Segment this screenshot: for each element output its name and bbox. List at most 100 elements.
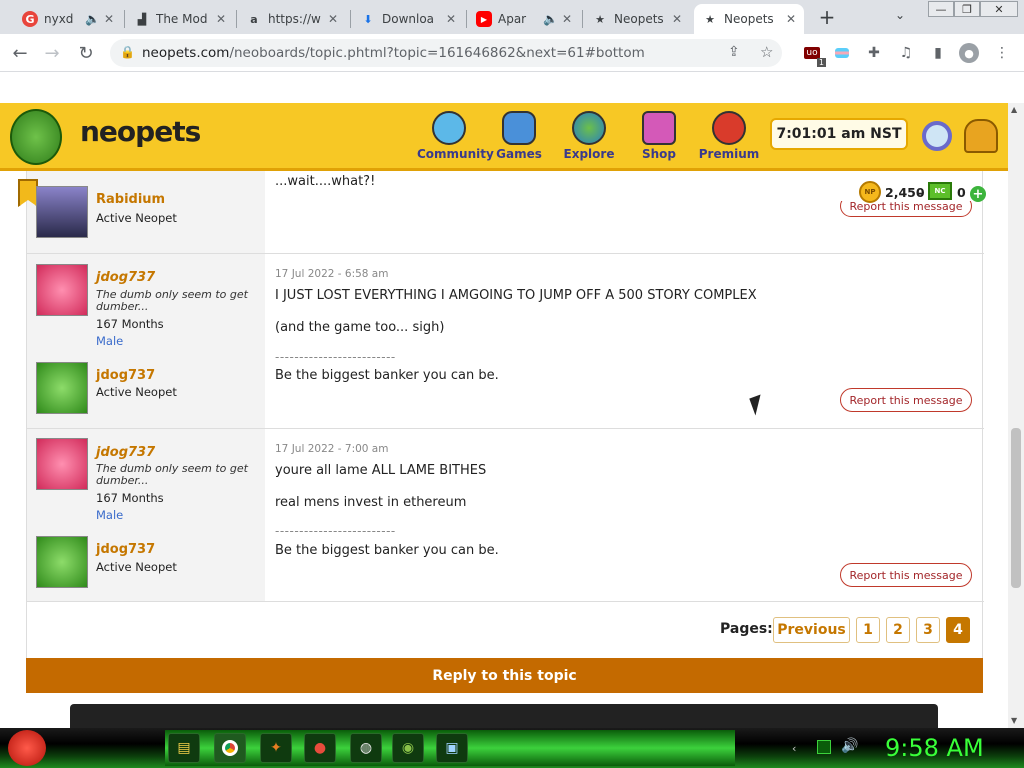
angry-birds-app-icon[interactable]: ● (304, 733, 336, 763)
volume-icon[interactable]: 🔊 (841, 738, 858, 754)
minimize-button[interactable]: — (928, 1, 954, 17)
signature-text: Be the biggest banker you can be. (275, 368, 499, 383)
close-window-button[interactable]: ✕ (980, 1, 1018, 17)
pet-avatar-rabidium[interactable] (36, 186, 88, 238)
tab-search-chevron-icon[interactable]: ⌄ (895, 8, 905, 22)
address-bar[interactable]: 🔒 neopets.com/neoboards/topic.phtml?topi… (110, 39, 782, 67)
pet-name[interactable]: jdog737 (96, 542, 155, 557)
forward-arrow-icon[interactable]: → (40, 41, 64, 65)
media-queue-icon[interactable]: ♫ (896, 43, 916, 63)
bell-notification-icon[interactable] (964, 119, 998, 153)
author-name[interactable]: jdog737 (96, 445, 155, 460)
close-tab-icon[interactable]: ✕ (216, 12, 226, 26)
close-tab-icon[interactable]: ✕ (786, 12, 796, 26)
nav-shop[interactable]: Shop (627, 111, 691, 161)
back-arrow-icon[interactable]: ← (8, 41, 32, 65)
search-magnifier-icon[interactable] (922, 121, 952, 151)
tab-separator (350, 10, 351, 28)
tab-separator (466, 10, 467, 28)
display-app-icon[interactable]: ▣ (436, 733, 468, 763)
add-neocash-plus-icon[interactable]: + (970, 186, 986, 202)
previous-page-button[interactable]: Previous (773, 617, 850, 643)
file-explorer-icon[interactable]: ▤ (168, 733, 200, 763)
user-avatar-jdog737[interactable] (36, 264, 88, 316)
report-message-button[interactable]: Report this message (840, 563, 972, 587)
author-name[interactable]: jdog737 (96, 270, 155, 285)
pages-label: Pages: (720, 621, 773, 637)
rocket-app-icon[interactable]: ◍ (350, 733, 382, 763)
maximize-button[interactable]: ❐ (954, 1, 980, 17)
ublock-extension-icon[interactable]: uo 1 (802, 43, 826, 67)
tab-title: Apar (498, 12, 527, 26)
pet-avatar-jdog737[interactable] (36, 536, 88, 588)
page-1-button[interactable]: 1 (856, 617, 880, 643)
author-months: 167 Months (96, 491, 164, 505)
reply-to-topic-bar[interactable]: Reply to this topic (26, 658, 983, 693)
tab-1[interactable]: G nyxd 🔈 ✕ (14, 4, 122, 34)
page-4-current[interactable]: 4 (946, 617, 970, 643)
page-3-button[interactable]: 3 (916, 617, 940, 643)
tab-4[interactable]: ⬇ Downloa ✕ (352, 4, 464, 34)
tab-title: Downloa (382, 12, 435, 26)
side-panel-icon[interactable]: ▮ (928, 43, 948, 63)
extensions-puzzle-icon[interactable]: ✚ (864, 43, 884, 63)
close-tab-icon[interactable]: ✕ (562, 12, 572, 26)
game-app-icon[interactable]: ✦ (260, 733, 292, 763)
flag-extension-icon[interactable] (832, 43, 852, 63)
speech-bubble-icon (432, 111, 466, 145)
share-icon[interactable]: ⇪ (728, 44, 740, 60)
nav-games[interactable]: Games (487, 111, 551, 161)
tab-6[interactable]: ★ Neopets ✕ (584, 4, 690, 34)
user-avatar-jdog737[interactable] (36, 438, 88, 490)
scroll-up-arrow-icon[interactable]: ▲ (1011, 105, 1017, 114)
menu-kebab-icon[interactable]: ⋮ (992, 43, 1012, 63)
green-pet-mascot-icon (10, 109, 62, 165)
network-icon[interactable] (817, 740, 831, 754)
tab-7-active[interactable]: ★ Neopets ✕ (694, 4, 804, 34)
new-tab-button[interactable]: + (814, 5, 840, 29)
tab-3[interactable]: a https://w ✕ (238, 4, 346, 34)
browser-toolbar: ← → ↻ 🔒 neopets.com/neoboards/topic.phtm… (0, 34, 1024, 72)
scrollbar-thumb[interactable] (1011, 428, 1021, 588)
reply-panel (70, 704, 938, 728)
close-tab-icon[interactable]: ✕ (672, 12, 682, 26)
page-2-button[interactable]: 2 (886, 617, 910, 643)
neopets-logo[interactable]: neopets (80, 115, 201, 148)
nav-label: Explore (563, 147, 615, 161)
amazon-icon: a (250, 12, 258, 26)
globe-icon (572, 111, 606, 145)
report-message-button[interactable]: Report this message (840, 388, 972, 412)
profile-avatar-icon[interactable]: ● (959, 43, 979, 63)
nav-community[interactable]: Community (417, 111, 494, 161)
speaker-icon: 🔈 (542, 12, 558, 26)
tab-5[interactable]: ▶ Apar 🔈 ✕ (468, 4, 580, 34)
bookmark-star-icon[interactable]: ☆ (760, 43, 773, 61)
pet-name[interactable]: Rabidium (96, 192, 165, 207)
scroll-down-arrow-icon[interactable]: ▼ (1011, 716, 1017, 725)
author-gender: Male (96, 334, 124, 348)
nav-premium[interactable]: Premium (697, 111, 761, 161)
nav-label: Games (496, 147, 542, 161)
extension-badge: 1 (816, 58, 826, 67)
close-tab-icon[interactable]: ✕ (104, 12, 114, 26)
chrome-icon[interactable] (214, 733, 246, 763)
url-text[interactable]: neopets.com/neoboards/topic.phtml?topic=… (142, 45, 645, 61)
pet-avatar-jdog737[interactable] (36, 362, 88, 414)
start-button-angry-bird-icon[interactable] (8, 730, 46, 766)
neocash-balance[interactable]: 0 (957, 185, 966, 200)
nst-clock: 7:01:01 am NST (770, 118, 908, 150)
close-tab-icon[interactable]: ✕ (328, 12, 338, 26)
signature-text: Be the biggest banker you can be. (275, 543, 499, 558)
tab-separator (236, 10, 237, 28)
close-tab-icon[interactable]: ✕ (446, 12, 456, 26)
balance-separator: - (917, 185, 923, 200)
author-months: 167 Months (96, 317, 164, 331)
globe-app-icon[interactable]: ◉ (392, 733, 424, 763)
tab-2[interactable]: ▟ The Mod ✕ (126, 4, 234, 34)
reload-icon[interactable]: ↻ (74, 41, 98, 65)
show-hidden-icons-chevron-icon[interactable]: ‹ (792, 742, 796, 755)
page-scrollbar[interactable] (1008, 103, 1024, 728)
taskbar-clock[interactable]: 9:58 AM (885, 734, 984, 762)
nav-explore[interactable]: Explore (557, 111, 621, 161)
pet-name[interactable]: jdog737 (96, 368, 155, 383)
